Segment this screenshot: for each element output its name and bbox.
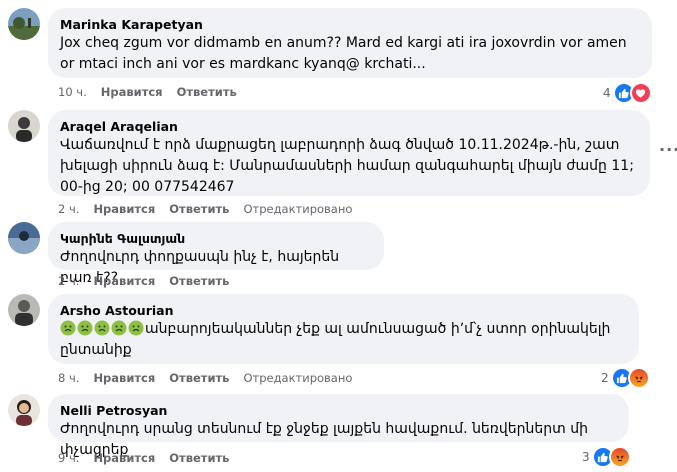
reaction-summary[interactable]: 4	[603, 82, 652, 104]
reply-button[interactable]: Ответить	[169, 451, 229, 465]
like-button[interactable]: Нравится	[93, 371, 155, 385]
like-button[interactable]: Нравится	[101, 85, 163, 99]
comment-actions: 8 ч. Нравится Ответить Отредактировано	[58, 371, 352, 385]
comment-actions: 10 ч. Нравится Ответить	[58, 85, 237, 99]
like-button[interactable]: Нравится	[93, 451, 155, 465]
reply-button[interactable]: Ответить	[177, 85, 237, 99]
angry-icon	[627, 367, 650, 389]
avatar[interactable]	[8, 394, 40, 426]
comment-author[interactable]: Կարինե Գալստյան	[60, 230, 372, 247]
comment-time[interactable]: 8 ч.	[58, 371, 79, 385]
comment-bubble: Nelli Petrosyan Ժողովուրդ սրանց տեսնում …	[48, 394, 629, 458]
comment-time[interactable]: 10 ч.	[58, 85, 87, 99]
nauseated-face-icon	[60, 320, 145, 337]
avatar[interactable]	[8, 294, 40, 326]
avatar[interactable]	[8, 8, 40, 40]
comment-bubble: Կարինե Գալստյան Ժողովուրդ փողքասպն ինչ է…	[48, 222, 384, 286]
reaction-summary[interactable]: 2	[601, 367, 650, 389]
edited-label: Отредактировано	[243, 202, 353, 216]
comment-bubble: Araqel Araqelian Վաճառվում է որձ մաքրացե…	[48, 110, 650, 196]
edited-label: Отредактировано	[243, 371, 353, 385]
reply-button[interactable]: Ответить	[169, 371, 229, 385]
comment-time[interactable]: 9 ч.	[58, 451, 79, 465]
comment-actions: 2 ч. Нравится Ответить	[58, 274, 229, 288]
angry-icon	[608, 446, 631, 468]
comment-time[interactable]: 2 ч.	[58, 274, 79, 288]
reaction-count: 3	[582, 450, 590, 464]
comment-author[interactable]: Marinka Karapetyan	[60, 16, 640, 33]
reply-button[interactable]: Ответить	[169, 274, 229, 288]
comment-time[interactable]: 2 ч.	[58, 202, 79, 216]
comment-text: Վաճառվում է որձ մաքրացեղ լաբրադորի ձագ ծ…	[60, 137, 634, 195]
comment-text: անբարոյեականներ չեք ալ ամունսացած ի՚մ՝չ …	[60, 319, 627, 361]
reaction-summary[interactable]: 3	[582, 446, 631, 468]
reply-button[interactable]: Ответить	[169, 202, 229, 216]
comment-actions: 2 ч. Нравится Ответить Отредактировано	[58, 202, 352, 216]
like-button[interactable]: Нравится	[93, 274, 155, 288]
reaction-count: 2	[601, 371, 609, 385]
comment-bubble: Arsho Astourian անբարոյեականներ չեք ալ ա…	[48, 294, 639, 364]
more-horizontal-icon[interactable]: ···	[659, 140, 677, 159]
love-icon	[629, 82, 652, 104]
comment-author[interactable]: Nelli Petrosyan	[60, 402, 617, 419]
avatar[interactable]	[8, 222, 40, 254]
avatar[interactable]	[8, 110, 40, 142]
comment-text: Jox cheq zgum vor didmamb en anum?? Mard…	[60, 35, 627, 72]
comment-author[interactable]: Araqel Araqelian	[60, 118, 638, 135]
comment-bubble: Marinka Karapetyan Jox cheq zgum vor did…	[48, 8, 652, 78]
comment-actions: 9 ч. Нравится Ответить	[58, 451, 229, 465]
reaction-count: 4	[603, 86, 611, 100]
comment-author[interactable]: Arsho Astourian	[60, 302, 627, 319]
like-button[interactable]: Нравится	[93, 202, 155, 216]
